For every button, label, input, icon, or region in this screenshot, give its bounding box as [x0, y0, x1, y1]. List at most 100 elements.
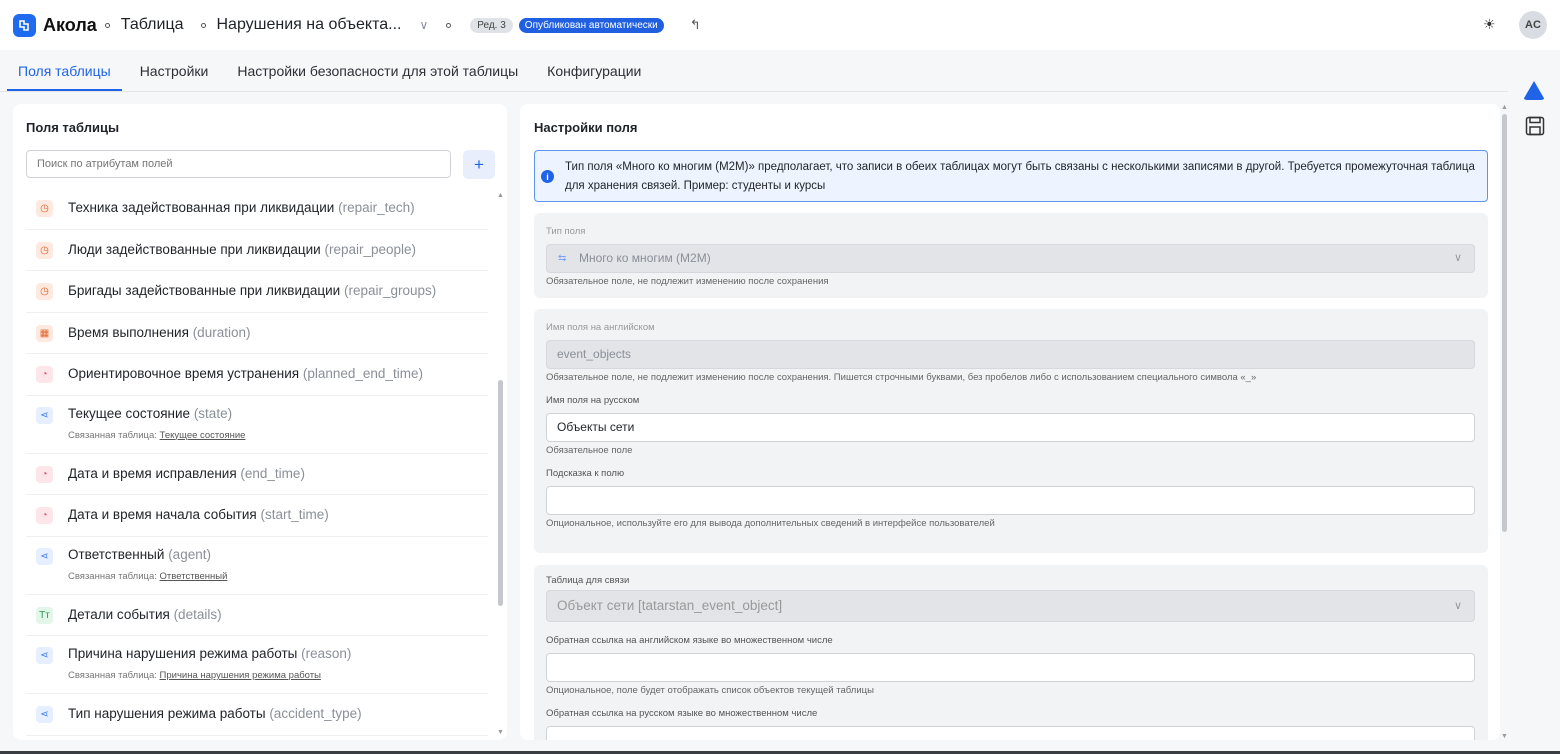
field-list-item[interactable]: ⋖ Причина нарушения режима работы (reason… [26, 636, 488, 694]
link-table-value: Объект сети [tatarstan_event_object] [557, 598, 783, 613]
field-name: Текущее состояние (state) [68, 406, 232, 421]
field-list-item[interactable]: ◔ Дата и время начала события (start_time… [26, 495, 488, 537]
field-list-item[interactable]: ◷ Бригады задействованные при ликвидации … [26, 271, 488, 313]
undo-icon[interactable]: ↰ [690, 17, 701, 33]
scroll-thumb[interactable] [1502, 114, 1507, 532]
triangle-icon[interactable] [1523, 81, 1545, 100]
field-label: Время выполнения [68, 324, 189, 340]
add-field-button[interactable]: + [463, 150, 495, 179]
tooltip-hint: Опциональное, используйте его для вывода… [546, 518, 995, 529]
ru-name-input[interactable]: Объекты сети [546, 413, 1475, 442]
field-name: Ориентировочное время устранения (planne… [68, 366, 423, 381]
theme-toggle-icon[interactable]: ☀ [1483, 16, 1496, 33]
scroll-up-icon[interactable]: ▲ [497, 192, 504, 199]
tab-settings[interactable]: Настройки [129, 52, 220, 91]
field-type-select: ⇆ Много ко многим (M2M) ∨ [546, 244, 1475, 273]
field-list-item[interactable]: ▦ Время выполнения (duration) [26, 313, 488, 354]
field-label: Техника задействованная при ликвидации [68, 200, 335, 215]
chevron-down-icon: ∨ [1453, 252, 1462, 264]
link-blue-icon: ⋖ [36, 406, 53, 424]
calendar-orange-icon: ▦ [36, 324, 53, 342]
scroll-down-icon[interactable]: ▼ [1501, 733, 1508, 740]
related-table-label: Связанная таблица: [68, 429, 157, 441]
field-list-item[interactable]: ⋖ Тип нарушения режима работы (accident_t… [26, 694, 488, 736]
related-table: Связанная таблица: Текущее состояние [68, 430, 245, 441]
field-key: (planned_end_time) [302, 366, 423, 381]
revision-badge[interactable]: Ред. 3 [470, 17, 513, 33]
field-label: Тип нарушения режима работы [68, 706, 266, 721]
text-green-icon: Tт [36, 606, 53, 624]
swap-icon: ⇆ [558, 253, 567, 264]
field-list-item[interactable]: ◷ Люди задействованные при ликвидации (re… [26, 230, 488, 271]
ru-name-hint: Обязательное поле [546, 445, 633, 456]
related-table: Связанная таблица: Причина нарушения реж… [68, 670, 321, 681]
app-name[interactable]: Акола [43, 15, 97, 36]
scrollbar[interactable]: ▲ ▼ [497, 192, 504, 736]
field-label: Причина нарушения режима работы [68, 646, 298, 661]
related-table-link[interactable]: Текущее состояние [160, 430, 246, 441]
field-list-item[interactable]: ⋖ Ответственный (agent) Связанная таблица:… [26, 537, 488, 595]
info-icon: i [541, 170, 554, 183]
field-name: Время выполнения (duration) [68, 325, 250, 340]
related-table-link[interactable]: Ответственный [160, 571, 228, 582]
en-name-input: event_objects [546, 340, 1475, 369]
field-name: Дата и время начала события (start_time) [68, 507, 329, 522]
link-table-label: Таблица для связи [546, 575, 630, 586]
top-bar: Акола Таблица Нарушения на объекта... ∨ … [0, 0, 1560, 50]
save-icon[interactable] [1525, 116, 1545, 136]
field-key: (accident_type) [269, 706, 362, 721]
related-table: Связанная таблица: Ответственный [68, 571, 227, 582]
breadcrumb-table-name[interactable]: Нарушения на объекта... [217, 16, 402, 34]
back-en-label: Обратная ссылка на английском языке во м… [546, 635, 833, 646]
panel-title: Поля таблицы [26, 120, 120, 135]
fields-panel: Поля таблицы + ◷ Техника задействованная … [13, 104, 507, 740]
field-key: (repair_people) [324, 241, 417, 257]
time-pink-icon: ◔ [36, 465, 53, 483]
scroll-thumb[interactable] [498, 380, 503, 606]
scroll-up-icon[interactable]: ▲ [1501, 104, 1508, 111]
tooltip-input[interactable] [546, 486, 1475, 515]
back-en-input[interactable] [546, 653, 1475, 682]
field-key: (end_time) [240, 465, 305, 481]
panel-title: Настройки поля [534, 120, 638, 135]
breadcrumb-separator [104, 22, 110, 28]
field-name: Тип нарушения режима работы (accident_ty… [68, 706, 362, 721]
field-name: Люди задействованные при ликвидации (rep… [68, 242, 416, 257]
ru-name-label: Имя поля на русском [546, 395, 640, 406]
field-list: ◷ Техника задействованная при ликвидации … [26, 188, 488, 736]
field-name: Ответственный (agent) [68, 547, 211, 562]
field-label: Ориентировочное время устранения [68, 366, 300, 381]
avatar[interactable]: AC [1519, 11, 1547, 39]
related-table-link[interactable]: Причина нарушения режима работы [160, 670, 321, 681]
field-label: Бригады задействованные при ликвидации [68, 283, 341, 298]
field-key: (agent) [168, 546, 211, 562]
time-pink-icon: ◔ [36, 366, 53, 383]
relation-card: Таблица для связи Объект сети [tatarstan… [534, 565, 1488, 740]
breadcrumb-table[interactable]: Таблица [121, 16, 184, 34]
field-type-card: Тип поля ⇆ Много ко многим (M2M) ∨ Обяза… [534, 213, 1488, 298]
link-blue-icon: ⋖ [36, 647, 53, 664]
field-list-item[interactable]: ◔ Ориентировочное время устранения (plann… [26, 354, 488, 396]
field-key: (repair_tech) [338, 200, 415, 215]
chevron-down-icon[interactable]: ∨ [419, 18, 428, 32]
tab-security[interactable]: Настройки безопасности для этой таблицы [226, 52, 529, 91]
tab-fields[interactable]: Поля таблицы [7, 52, 122, 91]
clock-orange-icon: ◷ [36, 200, 53, 217]
scrollbar[interactable]: ▲ ▼ [1501, 104, 1508, 740]
field-name: Детали события (details) [68, 607, 222, 622]
search-input[interactable] [26, 150, 451, 178]
field-list-item[interactable]: ⋖ Текущее состояние (state) Связанная табл… [26, 396, 488, 454]
field-key: (repair_groups) [343, 283, 437, 298]
field-label: Люди задействованные при ликвидации [68, 241, 321, 257]
field-list-item[interactable]: Tт Детали события (details) [26, 595, 488, 636]
names-card: Имя поля на английском event_objects Обя… [534, 309, 1488, 553]
field-type-label: Тип поля [546, 226, 586, 237]
field-list-item[interactable]: ◷ Техника задействованная при ликвидации … [26, 188, 488, 230]
field-label: Дата и время исправления [68, 465, 237, 481]
app-logo-icon[interactable] [13, 13, 36, 37]
scroll-down-icon[interactable]: ▼ [497, 729, 504, 736]
field-list-item[interactable]: ◔ Дата и время исправления (end_time) [26, 454, 488, 495]
back-en-hint: Опциональное, поле будет отображать спис… [546, 685, 874, 696]
tab-configurations[interactable]: Конфигурации [536, 52, 652, 91]
back-ru-input[interactable] [546, 726, 1475, 740]
